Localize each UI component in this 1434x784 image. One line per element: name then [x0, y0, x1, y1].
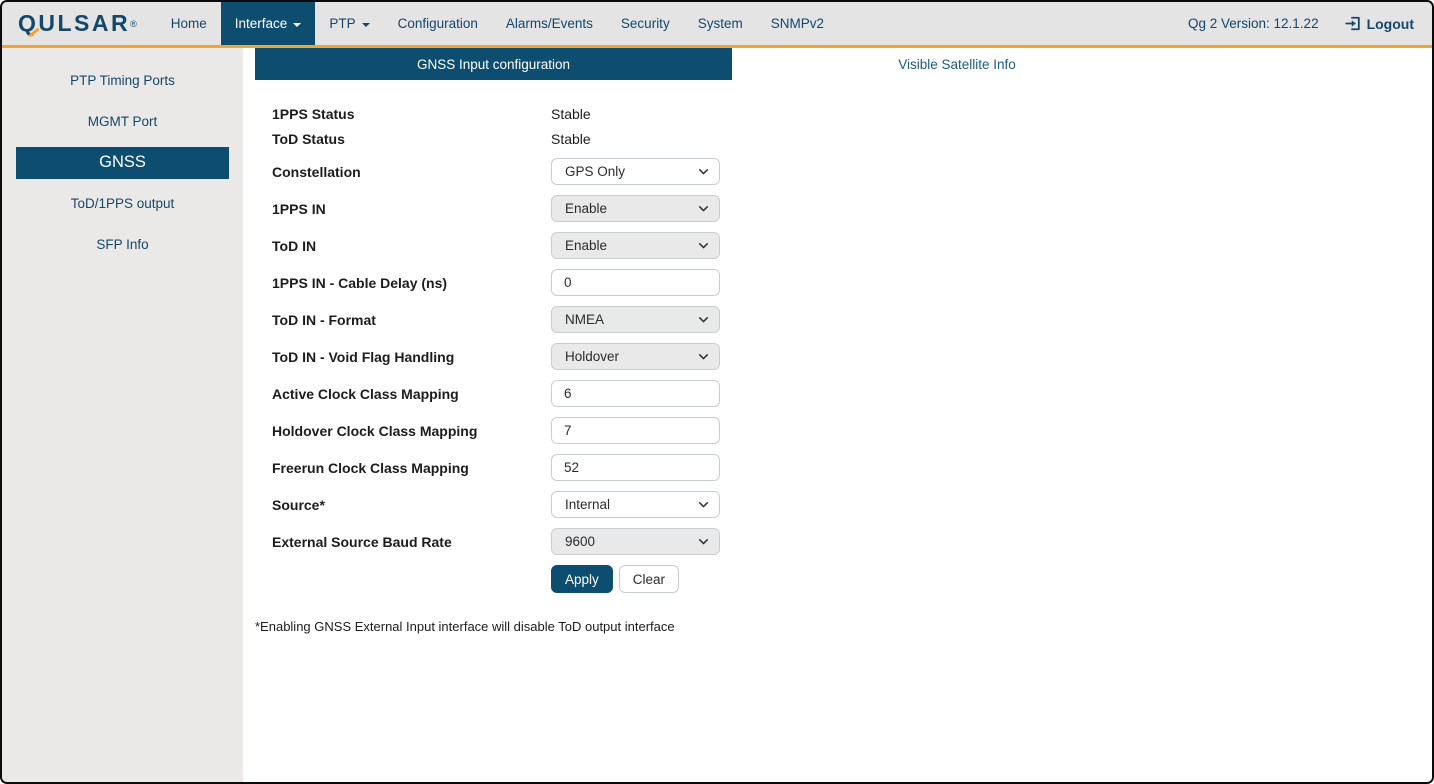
- select-value: Internal: [565, 497, 698, 512]
- tod-in-select: Enable: [551, 232, 720, 259]
- sidebar-item-sfp-info[interactable]: SFP Info: [96, 237, 148, 252]
- logout-icon: [1345, 15, 1362, 32]
- registered-mark: ®: [130, 14, 137, 34]
- holdover-clock-class-input[interactable]: [551, 417, 720, 444]
- form-row-active-clock-class: Active Clock Class Mapping: [272, 380, 1432, 407]
- nav-item-label: Security: [621, 16, 670, 31]
- field-label: External Source Baud Rate: [272, 534, 551, 550]
- 1pps-in-select: Enable: [551, 195, 720, 222]
- caret-down-icon: [362, 23, 370, 27]
- select-value: Enable: [565, 201, 698, 216]
- logout-button[interactable]: Logout: [1345, 15, 1414, 32]
- active-clock-class-input[interactable]: [551, 380, 720, 407]
- form-row-cable-delay: 1PPS IN - Cable Delay (ns): [272, 269, 1432, 296]
- external-baud-rate-select: 9600: [551, 528, 720, 555]
- form-row-external-baud-rate: External Source Baud Rate 9600: [272, 528, 1432, 555]
- logout-label: Logout: [1367, 16, 1414, 32]
- qulsar-logo: QULSAR®: [2, 2, 147, 45]
- nav-item-label: System: [698, 16, 743, 31]
- form-row-constellation: Constellation GPS Only: [272, 158, 1432, 185]
- form-row-void-flag-handling: ToD IN - Void Flag Handling Holdover: [272, 343, 1432, 370]
- field-label: 1PPS IN - Cable Delay (ns): [272, 275, 551, 291]
- tod-status-value: Stable: [551, 131, 591, 147]
- chevron-down-icon: [698, 166, 709, 177]
- chevron-down-icon: [698, 314, 709, 325]
- nav-item-label: Configuration: [398, 16, 478, 31]
- sidebar: PTP Timing Ports MGMT Port GNSS ToD/1PPS…: [2, 48, 243, 782]
- form-row-tod-in: ToD IN Enable: [272, 232, 1432, 259]
- nav-item-snmpv2[interactable]: SNMPv2: [757, 2, 838, 45]
- form-row-1pps-status: 1PPS Status Stable: [272, 101, 1432, 126]
- tab-gnss-input-configuration[interactable]: GNSS Input configuration: [255, 48, 732, 80]
- form-actions: Apply Clear: [551, 565, 1432, 593]
- chevron-down-icon: [698, 240, 709, 251]
- field-label: ToD IN - Format: [272, 312, 551, 328]
- main-content: GNSS Input configuration Visible Satelli…: [243, 48, 1432, 782]
- void-flag-handling-select: Holdover: [551, 343, 720, 370]
- version-text: Qg 2 Version: 12.1.22: [1188, 16, 1319, 31]
- sidebar-item-mgmt-port[interactable]: MGMT Port: [88, 114, 158, 129]
- sidebar-item-ptp-timing-ports[interactable]: PTP Timing Ports: [70, 73, 175, 88]
- select-value: Holdover: [565, 349, 698, 364]
- caret-down-icon: [293, 23, 301, 27]
- field-label: Source*: [272, 497, 551, 513]
- cable-delay-input[interactable]: [551, 269, 720, 296]
- chevron-down-icon: [698, 203, 709, 214]
- constellation-select[interactable]: GPS Only: [551, 158, 720, 185]
- form-row-tod-in-format: ToD IN - Format NMEA: [272, 306, 1432, 333]
- freerun-clock-class-input[interactable]: [551, 454, 720, 481]
- nav-item-ptp[interactable]: PTP: [315, 2, 383, 45]
- form-row-holdover-clock-class: Holdover Clock Class Mapping: [272, 417, 1432, 444]
- field-label: 1PPS Status: [272, 106, 551, 122]
- nav-item-security[interactable]: Security: [607, 2, 684, 45]
- field-label: Holdover Clock Class Mapping: [272, 423, 551, 439]
- top-navbar: QULSAR® Home Interface PTP Configuration…: [2, 2, 1432, 48]
- field-label: Active Clock Class Mapping: [272, 386, 551, 402]
- sidebar-item-tod-1pps-output[interactable]: ToD/1PPS output: [71, 196, 175, 211]
- nav-item-configuration[interactable]: Configuration: [384, 2, 492, 45]
- nav-item-label: Home: [171, 16, 207, 31]
- sidebar-item-gnss[interactable]: GNSS: [16, 147, 229, 179]
- nav-item-home[interactable]: Home: [157, 2, 221, 45]
- nav-menu: Home Interface PTP Configuration Alarms/…: [157, 2, 838, 45]
- select-value: GPS Only: [565, 164, 698, 179]
- nav-item-interface[interactable]: Interface: [221, 2, 316, 45]
- nav-item-system[interactable]: System: [684, 2, 757, 45]
- form-row-1pps-in: 1PPS IN Enable: [272, 195, 1432, 222]
- tod-in-format-select: NMEA: [551, 306, 720, 333]
- field-label: ToD IN: [272, 238, 551, 254]
- field-label: 1PPS IN: [272, 201, 551, 217]
- field-label: ToD IN - Void Flag Handling: [272, 349, 551, 365]
- chevron-down-icon: [698, 351, 709, 362]
- select-value: NMEA: [565, 312, 698, 327]
- nav-item-alarms-events[interactable]: Alarms/Events: [492, 2, 607, 45]
- field-label: Constellation: [272, 164, 551, 180]
- field-label: Freerun Clock Class Mapping: [272, 460, 551, 476]
- form-row-freerun-clock-class: Freerun Clock Class Mapping: [272, 454, 1432, 481]
- chevron-down-icon: [698, 499, 709, 510]
- form-row-tod-status: ToD Status Stable: [272, 126, 1432, 151]
- chevron-down-icon: [698, 536, 709, 547]
- nav-item-label: Interface: [235, 16, 288, 31]
- nav-item-label: SNMPv2: [771, 16, 824, 31]
- form-row-source: Source* Internal: [272, 491, 1432, 518]
- tab-bar: GNSS Input configuration Visible Satelli…: [243, 48, 1432, 80]
- select-value: 9600: [565, 534, 698, 549]
- gnss-input-form: 1PPS Status Stable ToD Status Stable Con…: [272, 80, 1432, 593]
- nav-item-label: Alarms/Events: [506, 16, 593, 31]
- navbar-right: Qg 2 Version: 12.1.22 Logout: [1188, 2, 1432, 45]
- field-label: ToD Status: [272, 131, 551, 147]
- source-select[interactable]: Internal: [551, 491, 720, 518]
- select-value: Enable: [565, 238, 698, 253]
- 1pps-status-value: Stable: [551, 106, 591, 122]
- tab-visible-satellite-info[interactable]: Visible Satellite Info: [732, 48, 1182, 80]
- nav-item-label: PTP: [329, 16, 355, 31]
- apply-button[interactable]: Apply: [551, 565, 613, 593]
- app-window: QULSAR® Home Interface PTP Configuration…: [0, 0, 1434, 784]
- footnote-text: *Enabling GNSS External Input interface …: [255, 619, 1432, 634]
- clear-button[interactable]: Clear: [619, 565, 679, 593]
